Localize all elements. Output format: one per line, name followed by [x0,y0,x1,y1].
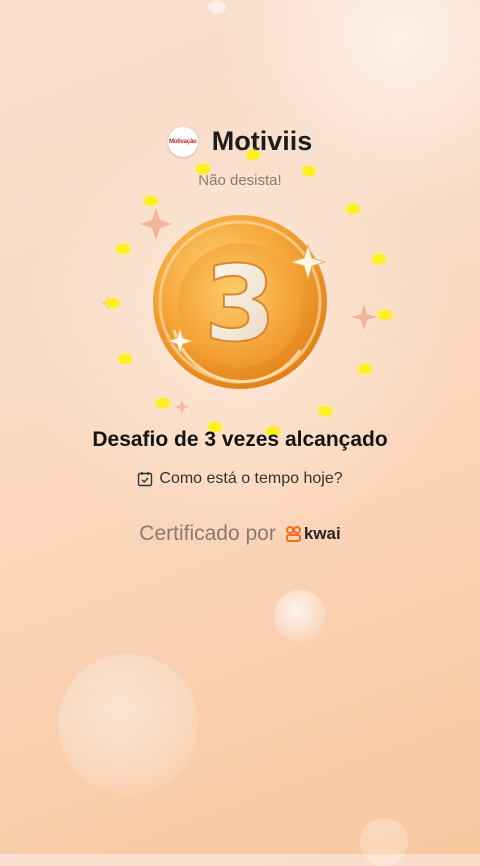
decor-dot [144,196,158,206]
decor-dot [196,164,210,174]
decor-dot [118,354,132,364]
certification: Certificado por kwai [0,522,480,546]
brand-logo: Motivação [167,126,198,157]
kwai-logo-icon [285,526,301,542]
achievement-title: Desafio de 3 vezes alcançado [92,428,388,451]
decor-dot [378,310,392,320]
decor-dot [346,204,360,214]
medal-graphic: 3 [101,208,377,414]
brand-name: Motiviis [211,126,313,156]
calendar-check-icon [138,472,153,487]
sparkle-icon [351,304,377,330]
sparkle-icon [140,208,172,240]
medal-number: 3 [204,243,276,365]
decor-dot [156,398,170,408]
bubble-decoration [274,590,326,642]
decor-dot [318,406,332,416]
medal-badge: 3 [90,150,392,440]
decor-dot [358,364,372,374]
weather-question[interactable]: Como está o tempo hoje? [0,470,480,488]
kwai-logo-text: kwai [303,524,341,543]
brand-header: Motivação Motiviis [0,126,480,157]
weather-question-text: Como está o tempo hoje? [159,470,343,487]
decor-dot [246,150,260,160]
bubble-decoration [58,654,198,794]
decor-dot [116,244,130,254]
certified-by-label: Certificado por [139,522,276,545]
decor-dot [302,166,316,176]
decor-dot [106,298,120,308]
tagline: Não desista! [198,172,282,189]
bubble-decoration [360,818,408,866]
bubble-decoration [208,0,226,14]
kwai-logo: kwai [285,524,341,544]
decor-dot [372,254,386,264]
sparkle-icon [175,400,189,414]
